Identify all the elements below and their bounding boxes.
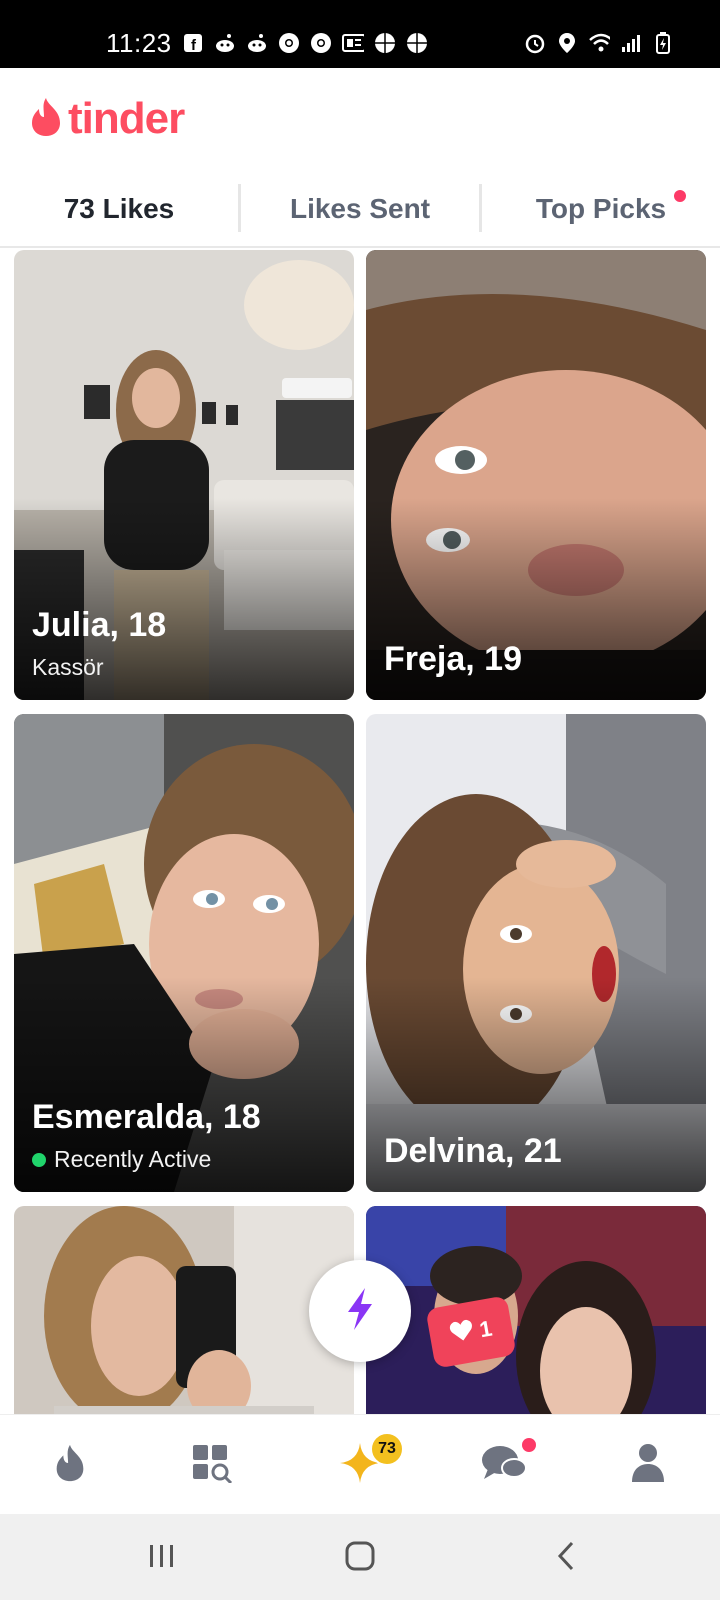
lightning-bolt-icon (345, 1287, 375, 1336)
home-button[interactable] (338, 1536, 382, 1580)
basketball-icon (406, 32, 428, 54)
nav-explore[interactable] (186, 1439, 238, 1491)
alarm-icon (524, 32, 546, 54)
system-status-icons (524, 32, 674, 54)
profile-name: Esmeralda, 18 (32, 1098, 261, 1136)
boost-button[interactable] (309, 1260, 411, 1362)
location-icon (556, 32, 578, 54)
home-icon (344, 1540, 376, 1577)
battery-icon (652, 32, 674, 54)
reddit-icon (214, 32, 236, 54)
status-bar: 11:23 f (0, 0, 720, 68)
explore-icon (191, 1443, 233, 1488)
facebook-icon: f (182, 32, 204, 54)
recent-apps-icon (147, 1542, 177, 1575)
logo-text: tinder (68, 94, 185, 143)
flame-logo-icon (28, 96, 64, 143)
profile-icon (630, 1442, 666, 1489)
profile-card[interactable]: Julia, 18 Kassör (14, 250, 354, 700)
activity-status: Recently Active (32, 1146, 211, 1173)
profile-photo (366, 1206, 706, 1414)
chat-notification-dot (522, 1438, 536, 1452)
activity-status-label: Recently Active (54, 1146, 212, 1172)
tab-likes-label: 73 Likes (63, 193, 175, 224)
tab-likes-sent[interactable]: Likes Sent (241, 172, 479, 246)
notification-dot (674, 190, 686, 202)
flame-icon (52, 1443, 88, 1488)
reddit-icon (246, 32, 268, 54)
signal-icon (620, 32, 642, 54)
profile-name: Delvina, 21 (384, 1132, 562, 1170)
app-header: tinder (0, 68, 720, 172)
recent-apps-button[interactable] (140, 1536, 184, 1580)
likes-count-badge: 73 (370, 1432, 404, 1466)
like-count: 1 (477, 1315, 494, 1343)
profile-name: Julia, 18 (32, 606, 167, 644)
chrome-icon (278, 32, 300, 54)
status-time: 11:23 (106, 28, 172, 58)
profile-card[interactable] (14, 1206, 354, 1414)
back-icon (554, 1540, 578, 1577)
back-button[interactable] (544, 1536, 588, 1580)
tab-top-picks[interactable]: Top Picks (482, 172, 720, 246)
news-icon (342, 32, 364, 54)
likes-grid: Julia, 18 Kassör Freja, 19 Esmeralda, 18… (0, 250, 720, 1414)
profile-name: Freja, 19 (384, 640, 522, 678)
tinder-logo[interactable]: tinder (28, 94, 185, 144)
basketball-icon (374, 32, 396, 54)
likes-tabs: 73 Likes Likes Sent Top Picks (0, 172, 720, 248)
chat-icon (480, 1443, 528, 1488)
profile-card[interactable] (366, 1206, 706, 1414)
tab-top-picks-label: Top Picks (535, 193, 667, 224)
notification-icons: f (182, 32, 428, 54)
system-nav-bar (0, 1514, 720, 1600)
nav-profile[interactable] (622, 1439, 674, 1491)
profile-card[interactable]: Freja, 19 (366, 250, 706, 700)
profile-photo (14, 1206, 354, 1414)
profile-job-label: Kassör (32, 654, 104, 680)
profile-card[interactable]: Delvina, 21 (366, 714, 706, 1192)
active-dot-icon (32, 1152, 46, 1167)
bottom-nav (0, 1414, 720, 1514)
profile-card[interactable]: Esmeralda, 18 Recently Active (14, 714, 354, 1192)
tab-likes-sent-label: Likes Sent (289, 193, 431, 224)
heart-icon (448, 1318, 476, 1350)
nav-swipe[interactable] (44, 1439, 96, 1491)
chrome-icon (310, 32, 332, 54)
wifi-icon (588, 32, 610, 54)
tab-likes[interactable]: 73 Likes (0, 172, 238, 246)
profile-job: Kassör (32, 654, 104, 681)
